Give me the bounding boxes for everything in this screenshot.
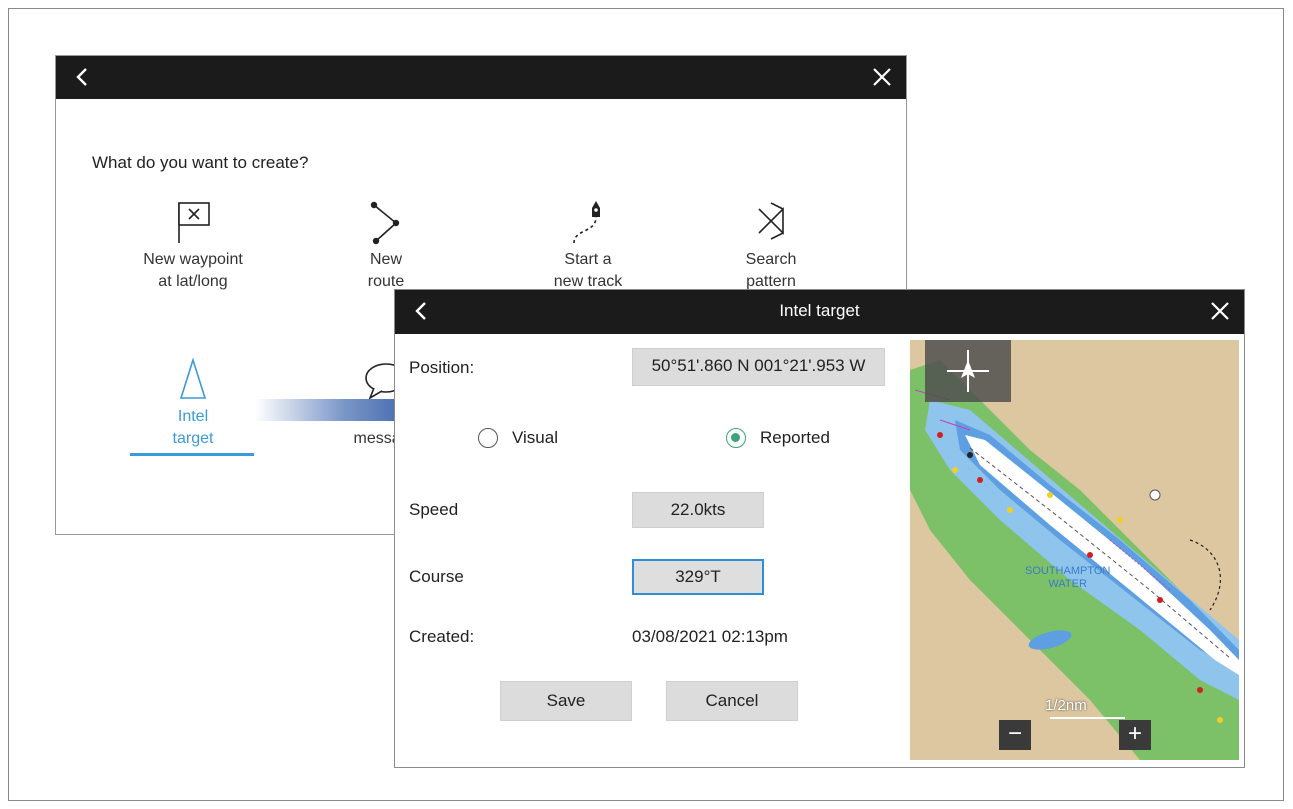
speed-label: Speed [409,500,459,519]
radio-visual-indicator [478,428,498,448]
speed-field[interactable]: 22.0kts [632,492,764,528]
dialog-title: Intel target [779,301,860,320]
crosshair-icon [947,350,989,392]
radio-visual-label: Visual [512,428,558,447]
intel-target-icon [179,357,207,399]
option-new-track[interactable]: Start a new track [503,199,673,293]
option-label: Start a new track [553,251,623,290]
created-label: Created: [409,627,475,646]
radio-reported-label: Reported [760,428,830,447]
cancel-button[interactable]: Cancel [666,681,798,721]
map-scale-label: 1/2nm [1045,697,1087,714]
radio-reported[interactable]: Reported [726,428,830,448]
option-new-waypoint[interactable]: New waypoint at lat/long [108,199,278,293]
locate-vessel-button[interactable] [925,340,1011,402]
zoom-in-button[interactable]: + [1119,720,1151,750]
back-icon[interactable] [70,64,96,90]
position-label: Position: [409,358,475,377]
option-label: New waypoint at lat/long [143,251,243,290]
chart-map[interactable]: SOUTHAMPTON WATER 1/2nm − + [910,340,1239,760]
search-pattern-icon [758,202,784,240]
option-search-pattern[interactable]: Search pattern [686,199,856,293]
course-label: Course [409,567,464,586]
option-label: Intel target [172,408,214,447]
create-dialog-titlebar [56,56,906,99]
option-label: New route [367,251,405,290]
option-intel-target[interactable]: Intel target [108,356,278,456]
intel-dialog-titlebar: Intel target [395,290,1244,334]
option-new-route[interactable]: New route [301,199,471,293]
save-button[interactable]: Save [500,681,632,721]
flag-icon [178,202,210,243]
selected-underline [130,453,254,456]
track-icon [573,201,600,244]
course-field[interactable]: 329°T [632,559,764,595]
map-area-label: SOUTHAMPTON WATER [1025,565,1111,590]
radio-visual[interactable]: Visual [478,428,558,448]
position-field[interactable]: 50°51'.860 N 001°21'.953 W [632,348,885,386]
option-label: Search pattern [745,251,797,290]
radio-reported-indicator [726,428,746,448]
route-icon [370,201,400,245]
zoom-out-button[interactable]: − [999,720,1031,750]
close-icon[interactable] [870,65,894,89]
intel-target-dialog: Intel target Position: 50°51'.860 N 001°… [394,289,1245,768]
created-value: 03/08/2021 02:13pm [632,627,788,646]
close-icon[interactable] [1208,299,1232,323]
create-question: What do you want to create? [92,153,309,172]
